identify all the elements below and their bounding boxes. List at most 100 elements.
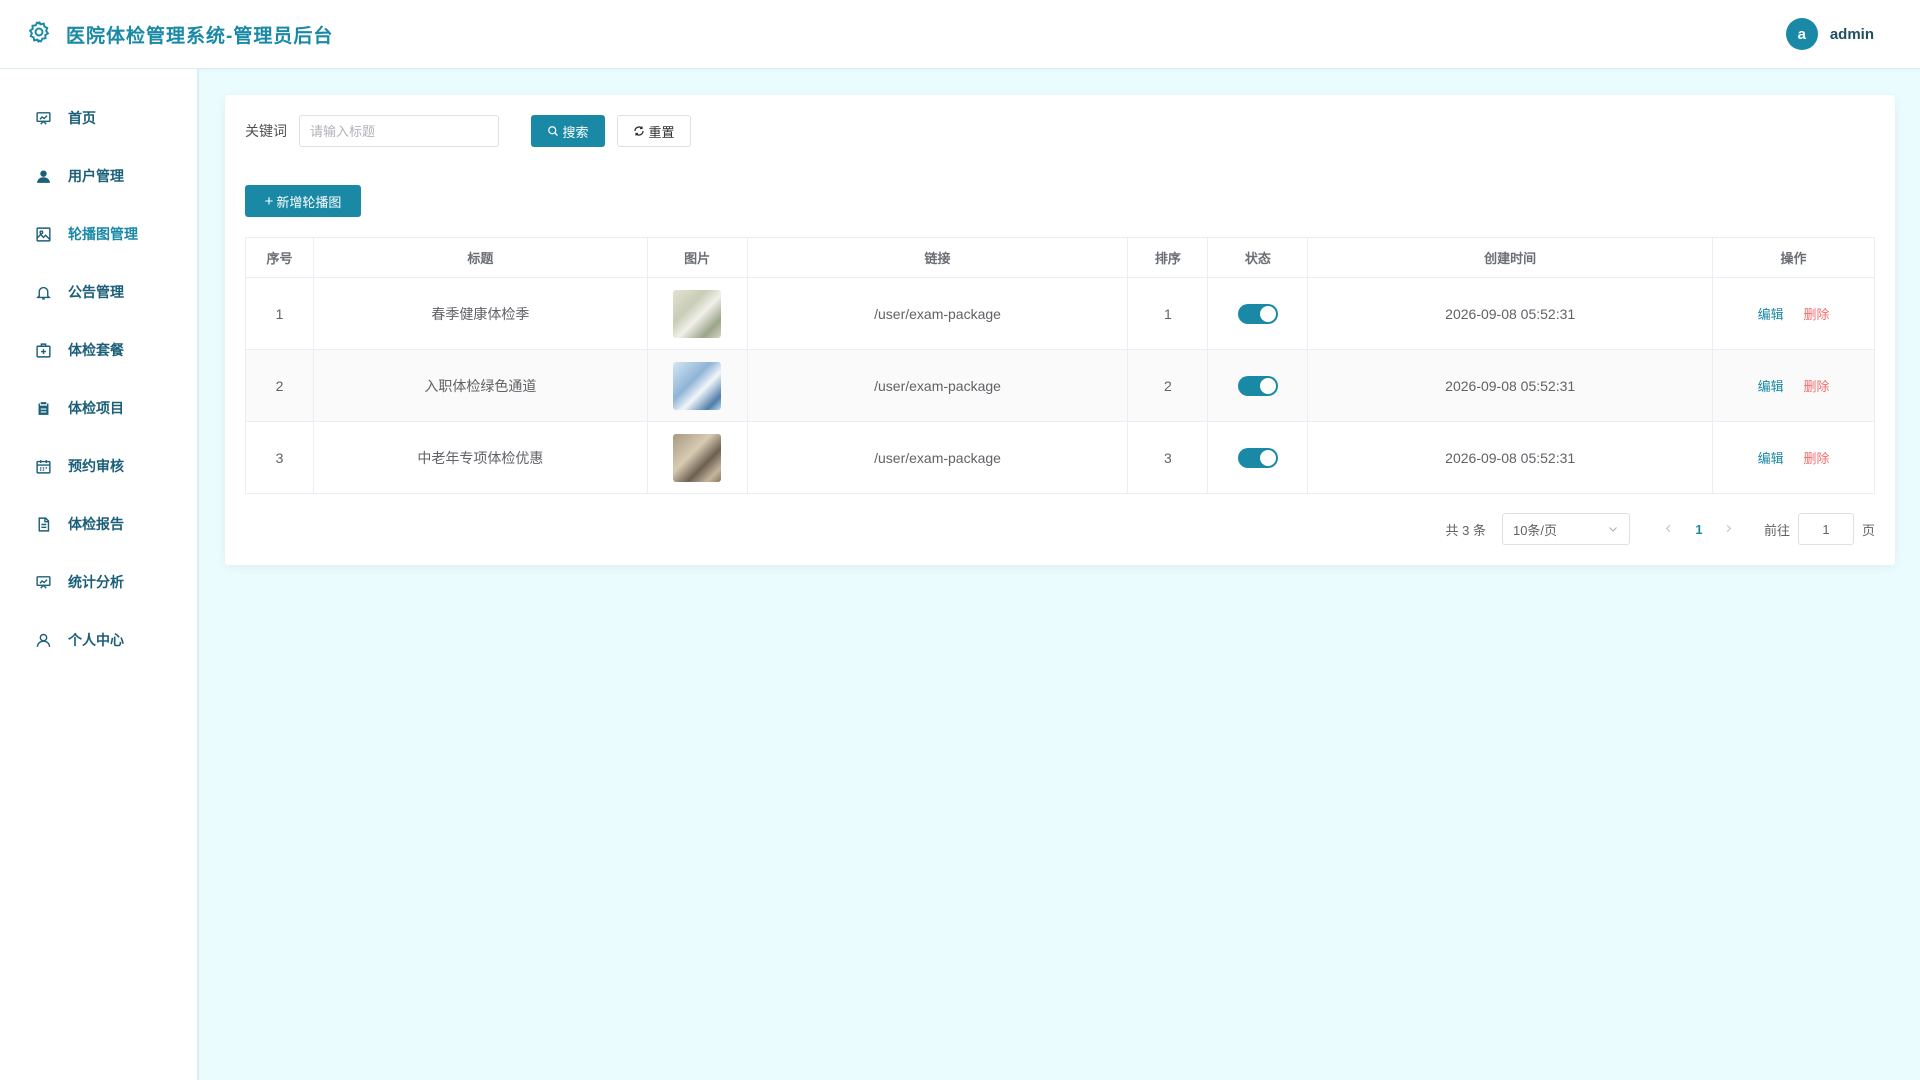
sidebar: 首页 用户管理 轮播图管理 公告管理 体检套餐 体检项目 预约审核 体检报告 统…	[0, 69, 199, 1080]
sidebar-item-label: 首页	[68, 110, 96, 126]
brand: 医院体检管理系统-管理员后台	[26, 19, 333, 50]
sidebar-item-reports[interactable]: 体检报告	[0, 495, 197, 553]
delete-button[interactable]: 删除	[1803, 451, 1829, 466]
medical-box-icon	[34, 341, 52, 359]
cell-link: /user/exam-package	[746, 349, 1129, 422]
column-header: 操作	[1712, 237, 1875, 278]
cell-title: 中老年专项体检优惠	[312, 421, 648, 494]
user-menu[interactable]: a admin	[1785, 18, 1874, 50]
search-bar: 关键词 搜索 重置	[245, 115, 1875, 147]
delete-button[interactable]: 删除	[1803, 307, 1829, 322]
refresh-icon	[634, 126, 645, 136]
cell-sort: 1	[1127, 277, 1209, 350]
cell-index: 2	[245, 349, 314, 422]
page-size-select[interactable]: 10条/页	[1501, 513, 1630, 545]
bell-icon	[34, 283, 52, 301]
cell-sort: 3	[1127, 421, 1209, 494]
carousel-thumbnail[interactable]	[673, 433, 722, 482]
page-number[interactable]: 1	[1684, 522, 1714, 537]
reset-button-label: 重置	[648, 124, 675, 140]
dashboard-icon	[34, 109, 52, 127]
reset-button[interactable]: 重置	[617, 115, 691, 147]
clipboard-icon	[34, 399, 52, 417]
cell-actions: 编辑 删除	[1712, 349, 1875, 422]
sidebar-item-packages[interactable]: 体检套餐	[0, 321, 197, 379]
cell-title: 春季健康体检季	[312, 277, 648, 350]
cell-image	[646, 421, 748, 494]
avatar[interactable]: a	[1785, 18, 1818, 50]
carousel-thumbnail[interactable]	[673, 361, 722, 410]
cell-link: /user/exam-package	[746, 421, 1129, 494]
column-header: 创建时间	[1307, 237, 1714, 278]
user-icon	[34, 167, 52, 185]
cell-created: 2026-09-08 05:52:31	[1307, 421, 1714, 494]
status-toggle[interactable]	[1237, 375, 1278, 396]
document-icon	[34, 515, 52, 533]
sidebar-item-home[interactable]: 首页	[0, 89, 197, 147]
pagination: 共 3 条 10条/页 1 前往 页	[1446, 513, 1875, 545]
add-button-label: 新增轮播图	[276, 194, 342, 210]
edit-button[interactable]: 编辑	[1758, 379, 1784, 394]
column-header: 图片	[646, 237, 748, 278]
gear-icon[interactable]	[26, 19, 52, 50]
column-header: 标题	[312, 237, 648, 278]
prev-page-button[interactable]	[1654, 521, 1684, 537]
sidebar-item-label: 体检报告	[68, 516, 124, 532]
column-header: 排序	[1127, 237, 1209, 278]
calendar-icon	[34, 457, 52, 475]
table-row: 3 中老年专项体检优惠 /user/exam-package 3 2026-09…	[245, 421, 1875, 494]
table-header-row: 序号 标题 图片 链接 排序 状态 创建时间 操作	[245, 237, 1875, 278]
sidebar-item-label: 体检套餐	[68, 342, 124, 358]
sidebar-item-carousel[interactable]: 轮播图管理	[0, 205, 197, 263]
chevron-down-icon	[1609, 527, 1617, 532]
page-title: 医院体检管理系统-管理员后台	[66, 25, 334, 47]
sidebar-item-appointments[interactable]: 预约审核	[0, 437, 197, 495]
cell-status	[1207, 277, 1309, 350]
sidebar-item-statistics[interactable]: 统计分析	[0, 553, 197, 611]
carousel-table: 序号 标题 图片 链接 排序 状态 创建时间 操作 1 春季健康体检季 /use…	[245, 237, 1875, 494]
cell-status	[1207, 349, 1309, 422]
search-button-label: 搜索	[562, 124, 589, 140]
cell-image	[646, 349, 748, 422]
carousel-thumbnail[interactable]	[673, 289, 722, 338]
cell-link: /user/exam-package	[746, 277, 1129, 350]
search-input[interactable]	[299, 115, 499, 147]
edit-button[interactable]: 编辑	[1758, 451, 1784, 466]
sidebar-item-notices[interactable]: 公告管理	[0, 263, 197, 321]
cell-image	[646, 277, 748, 350]
image-icon	[34, 225, 52, 243]
cell-index: 3	[245, 421, 314, 494]
keyword-label: 关键词	[245, 123, 287, 139]
cell-actions: 编辑 删除	[1712, 277, 1875, 350]
cell-created: 2026-09-08 05:52:31	[1307, 349, 1714, 422]
column-header: 链接	[746, 237, 1129, 278]
table-row: 1 春季健康体检季 /user/exam-package 1 2026-09-0…	[245, 277, 1875, 350]
search-button[interactable]: 搜索	[531, 115, 605, 147]
next-page-button[interactable]	[1714, 521, 1744, 537]
cell-status	[1207, 421, 1309, 494]
chevron-left-icon	[1666, 524, 1671, 533]
edit-button[interactable]: 编辑	[1758, 307, 1784, 322]
goto-page-input[interactable]	[1797, 513, 1854, 545]
cell-index: 1	[245, 277, 314, 350]
plus-icon: +	[264, 192, 274, 210]
page-suffix: 页	[1861, 522, 1875, 538]
cell-title: 入职体检绿色通道	[312, 349, 648, 422]
sidebar-item-label: 用户管理	[68, 168, 124, 184]
page-size-value: 10条/页	[1512, 522, 1558, 538]
status-toggle[interactable]	[1237, 303, 1278, 324]
top-header: 医院体检管理系统-管理员后台 a admin	[0, 0, 1920, 69]
sidebar-item-users[interactable]: 用户管理	[0, 147, 197, 205]
sidebar-item-label: 预约审核	[68, 458, 124, 474]
sidebar-item-exam-items[interactable]: 体检项目	[0, 379, 197, 437]
sidebar-item-label: 统计分析	[68, 574, 124, 590]
column-header: 序号	[245, 237, 314, 278]
status-toggle[interactable]	[1237, 447, 1278, 468]
username[interactable]: admin	[1830, 26, 1874, 43]
main-card: 关键词 搜索 重置 + 新增轮播图 序号 标题 图片 链接 排序 状态	[225, 95, 1895, 565]
sidebar-item-profile[interactable]: 个人中心	[0, 611, 197, 669]
cell-sort: 2	[1127, 349, 1209, 422]
sidebar-item-label: 个人中心	[68, 632, 124, 648]
delete-button[interactable]: 删除	[1803, 379, 1829, 394]
add-carousel-button[interactable]: + 新增轮播图	[245, 185, 361, 217]
